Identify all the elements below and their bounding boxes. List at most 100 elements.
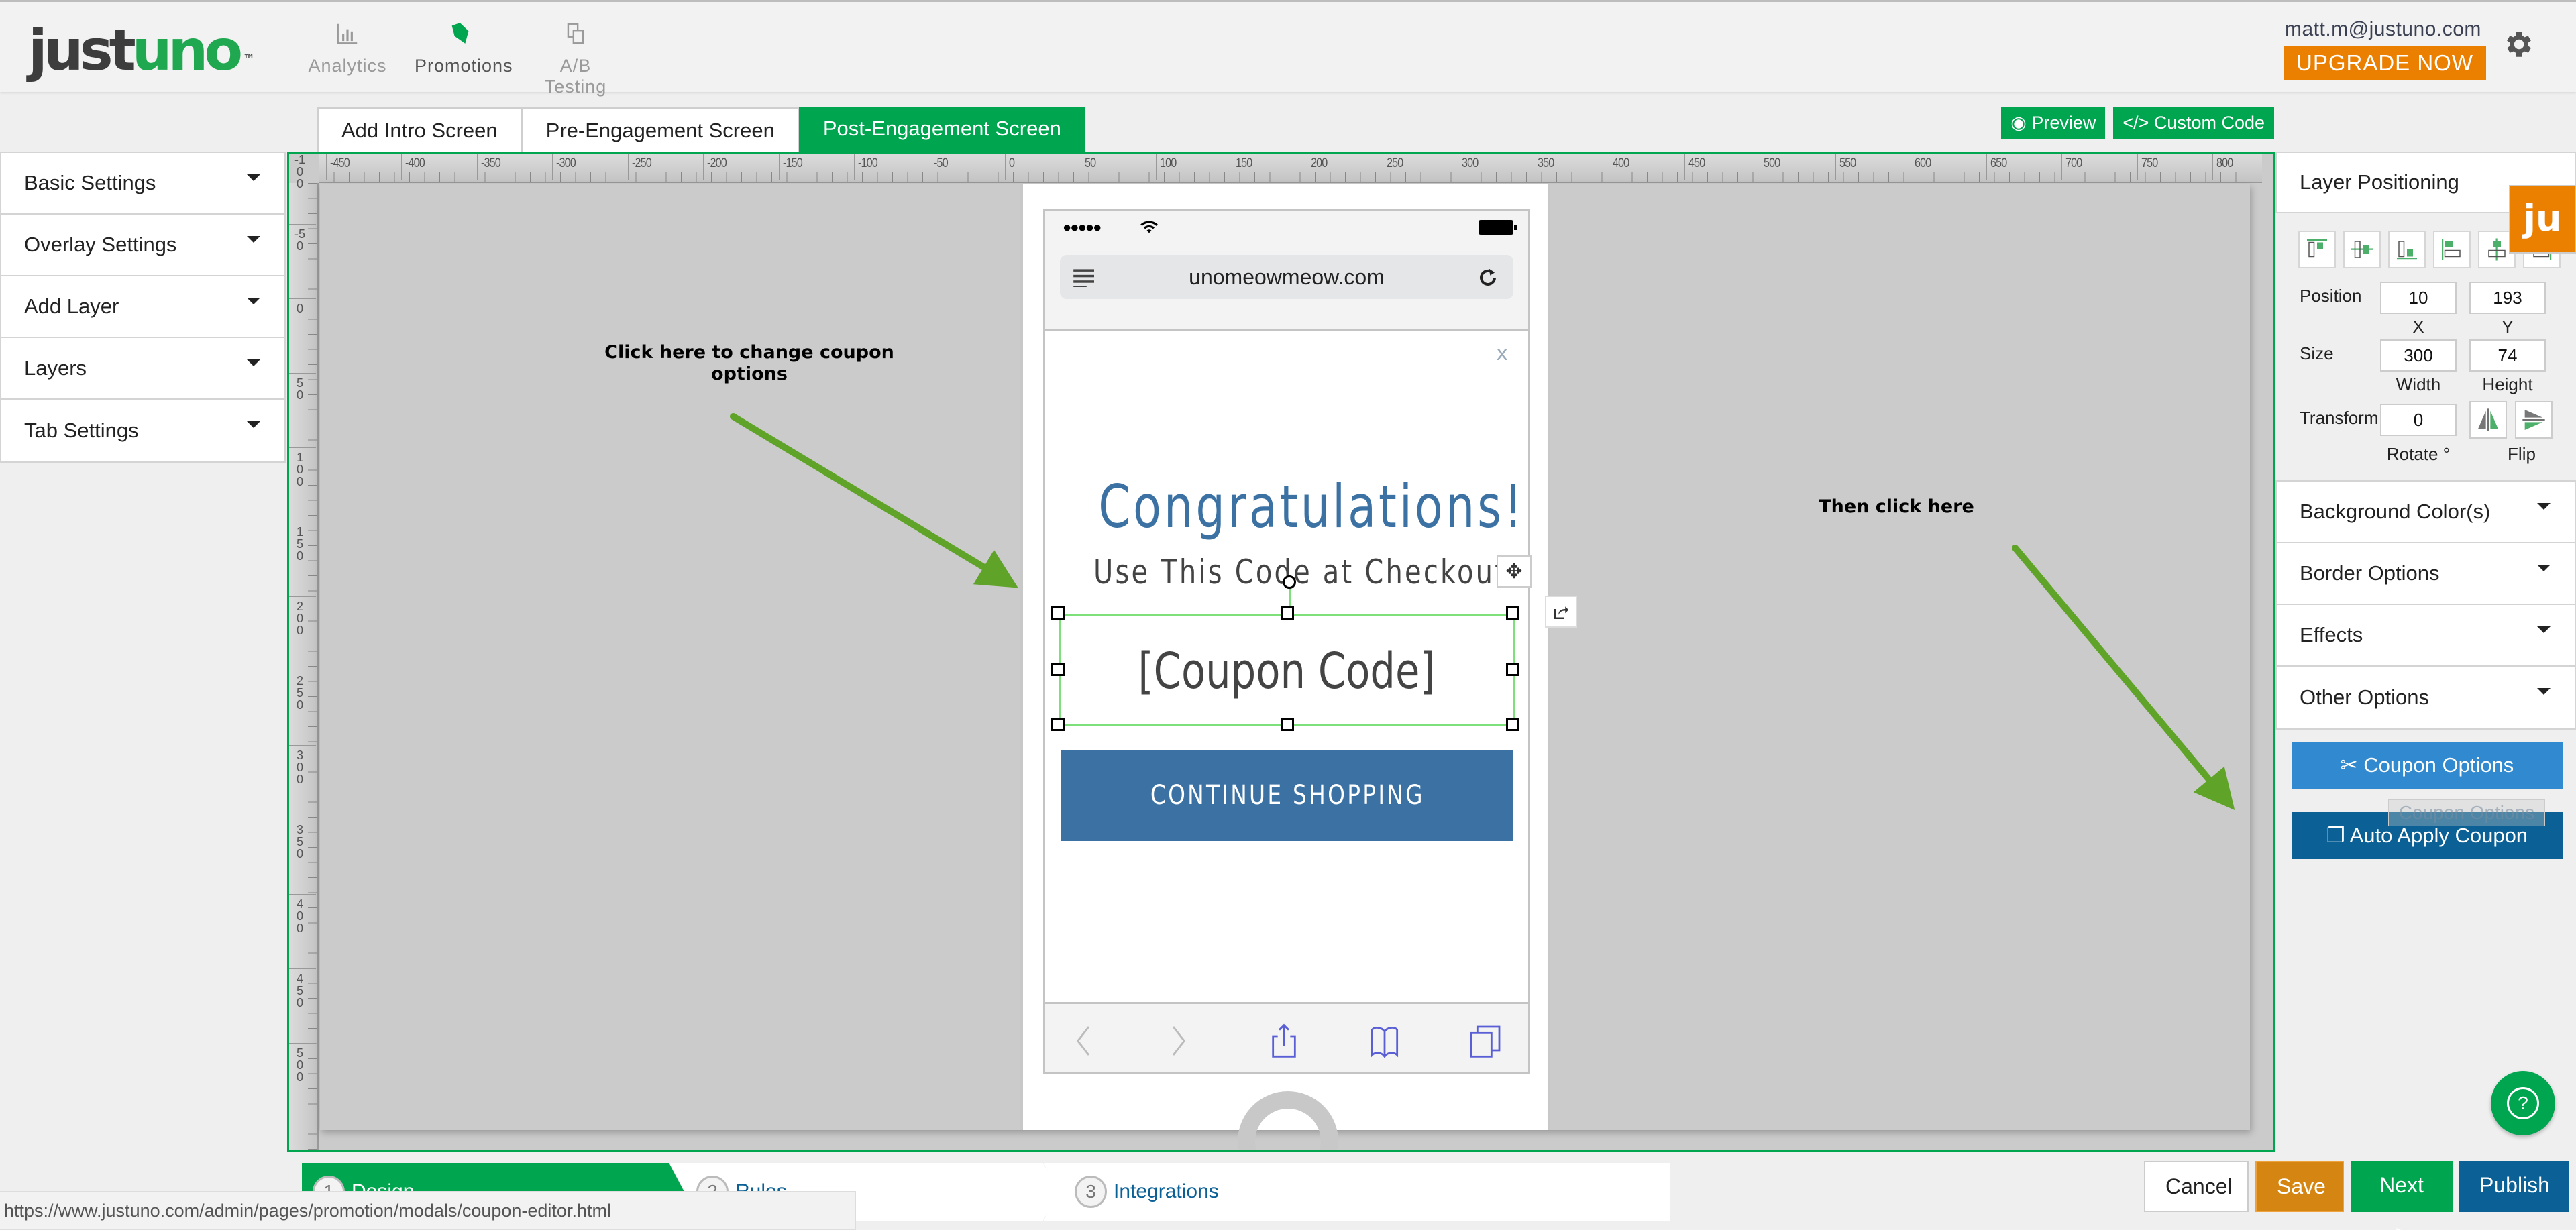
- ruler-tick: [289, 968, 316, 969]
- ruler-tick: [325, 154, 327, 180]
- step-integrations[interactable]: 3 Integrations: [1044, 1163, 1670, 1221]
- sidebar-item-basic-settings[interactable]: Basic Settings: [1, 153, 284, 215]
- help-button[interactable]: ?: [2491, 1071, 2555, 1135]
- annotation-then-click: Then click here: [1819, 496, 1974, 517]
- url-text: unomeowmeow.com: [1189, 265, 1385, 289]
- tabs-icon: [1470, 1025, 1501, 1058]
- phone-mockup: ●●●●● unomeowmeow.com x Congratulations!…: [1020, 184, 1577, 1150]
- ruler-label: -350: [480, 156, 501, 170]
- url-bar: unomeowmeow.com: [1060, 255, 1513, 299]
- rotate-handle[interactable]: [1283, 575, 1296, 589]
- share-link-icon[interactable]: [1545, 596, 1577, 628]
- coupon-code-layer[interactable]: [Coupon Code] ✥: [1051, 555, 1577, 731]
- popup-close-icon[interactable]: x: [1496, 342, 1508, 366]
- ruler-tick: [1835, 154, 1836, 180]
- caret-down-icon: [2537, 626, 2551, 633]
- app-header: justuno ™ Analytics Promotions A/B Testin…: [0, 0, 2576, 97]
- justuno-chat-badge[interactable]: ju: [2509, 185, 2576, 254]
- resize-handle-ne[interactable]: [1506, 606, 1519, 620]
- position-y-input[interactable]: 193: [2469, 282, 2546, 314]
- popup-headline[interactable]: Congratulations!: [1098, 472, 1522, 541]
- tab-pre-engagement-screen[interactable]: Pre-Engagement Screen: [521, 107, 799, 152]
- sidebar-item-add-layer[interactable]: Add Layer: [1, 276, 284, 338]
- justuno-logo[interactable]: justuno ™: [28, 17, 255, 84]
- upgrade-now-button[interactable]: UPGRADE NOW: [2284, 46, 2486, 80]
- ruler-tick: [1684, 154, 1685, 180]
- resize-handle-w[interactable]: [1051, 663, 1065, 676]
- copy-pages-icon: [529, 21, 623, 50]
- ruler-label: 300: [296, 748, 303, 786]
- caret-down-icon: [247, 174, 260, 181]
- height-input[interactable]: 74: [2469, 339, 2546, 372]
- ruler-tick: [552, 154, 553, 180]
- user-email[interactable]: matt.m@justuno.com: [2285, 18, 2481, 41]
- browser-chrome: unomeowmeow.com: [1045, 244, 1528, 331]
- align-middle-icon: [2351, 241, 2373, 258]
- tab-post-engagement-screen[interactable]: Post-Engagement Screen: [798, 107, 1085, 152]
- align-bottom-button[interactable]: [2388, 231, 2426, 268]
- next-button[interactable]: Next >: [2351, 1161, 2453, 1230]
- bookmarks-icon: [1371, 1027, 1399, 1058]
- custom-code-button[interactable]: </> Custom Code: [2113, 107, 2274, 139]
- publish-button[interactable]: Publish: [2459, 1161, 2569, 1212]
- rotate-input[interactable]: 0: [2380, 404, 2457, 436]
- ruler-label: 0: [296, 302, 303, 315]
- width-input[interactable]: 300: [2380, 339, 2457, 372]
- resize-handle-nw[interactable]: [1051, 606, 1065, 620]
- ruler-label: 50: [1084, 156, 1096, 170]
- accordion-background-colors[interactable]: Background Color(s): [2277, 482, 2575, 543]
- ruler-label: -250: [631, 156, 652, 170]
- flip-vertical-button[interactable]: [2515, 401, 2553, 439]
- align-top-button[interactable]: [2298, 231, 2336, 268]
- cancel-button[interactable]: Cancel: [2144, 1161, 2249, 1212]
- accordion-other-options[interactable]: Other Options: [2277, 667, 2575, 728]
- nav-promotions[interactable]: Promotions: [415, 21, 513, 97]
- resize-handle-sw[interactable]: [1051, 718, 1065, 731]
- nav-ab-testing[interactable]: A/B Testing: [529, 21, 623, 97]
- gear-icon[interactable]: [2501, 27, 2534, 61]
- document-copy-icon: ❐: [2326, 824, 2350, 847]
- nav-analytics[interactable]: Analytics: [301, 21, 394, 97]
- ruler-label: 200: [296, 600, 303, 637]
- ruler-label: 700: [2065, 156, 2082, 170]
- caret-down-icon: [247, 421, 260, 428]
- caret-down-icon: [247, 236, 260, 243]
- share-icon: [1272, 1023, 1296, 1058]
- accordion-border-options[interactable]: Border Options: [2277, 543, 2575, 605]
- ruler-label: -100: [294, 153, 305, 190]
- ruler-label: 350: [296, 823, 303, 860]
- ruler-label: -400: [405, 156, 425, 170]
- ruler-label: -50: [294, 227, 305, 253]
- tab-add-intro-screen[interactable]: Add Intro Screen: [317, 107, 522, 152]
- sidebar-item-layers[interactable]: Layers: [1, 338, 284, 400]
- ruler-label: -200: [707, 156, 727, 170]
- resize-handle-n[interactable]: [1281, 606, 1294, 620]
- design-canvas[interactable]: -450 -400 -350 -300 -250 -200 -150 -100 -50 0 50 10…: [287, 152, 2275, 1152]
- browser-status-url: https://www.justuno.com/admin/pages/prom…: [0, 1191, 856, 1230]
- align-middle-button[interactable]: [2343, 231, 2381, 268]
- ruler-tick: [289, 596, 316, 597]
- sidebar-item-tab-settings[interactable]: Tab Settings: [1, 400, 284, 461]
- eye-icon: ◉: [2010, 113, 2032, 133]
- save-button[interactable]: Save: [2255, 1161, 2344, 1212]
- align-left-icon: [2442, 239, 2461, 260]
- flip-horizontal-button[interactable]: [2469, 401, 2507, 439]
- sidebar-item-overlay-settings[interactable]: Overlay Settings: [1, 215, 284, 276]
- back-icon: [1076, 1026, 1090, 1056]
- preview-button[interactable]: ◉ Preview: [2001, 107, 2106, 139]
- coupon-options-button[interactable]: ✂︎ Coupon Options: [2292, 742, 2563, 789]
- accordion-effects[interactable]: Effects: [2277, 605, 2575, 667]
- align-left-button[interactable]: [2433, 231, 2471, 268]
- resize-handle-e[interactable]: [1506, 663, 1519, 676]
- ruler-label: 400: [1613, 156, 1629, 170]
- horizontal-ruler: -450 -400 -350 -300 -250 -200 -150 -100 -50 0 50 10…: [319, 154, 2262, 183]
- position-label: Position: [2300, 286, 2362, 306]
- right-panel: Layer Positioning Position 10 193 X Y Si…: [2275, 152, 2576, 1152]
- position-x-input[interactable]: 10: [2380, 282, 2457, 314]
- move-icon[interactable]: ✥: [1497, 555, 1532, 588]
- phone-status-bar: ●●●●●: [1045, 211, 1528, 244]
- resize-handle-s[interactable]: [1281, 718, 1294, 731]
- resize-handle-se[interactable]: [1506, 718, 1519, 731]
- continue-shopping-button[interactable]: CONTINUE SHOPPING: [1061, 750, 1513, 841]
- ruler-label: -150: [782, 156, 803, 170]
